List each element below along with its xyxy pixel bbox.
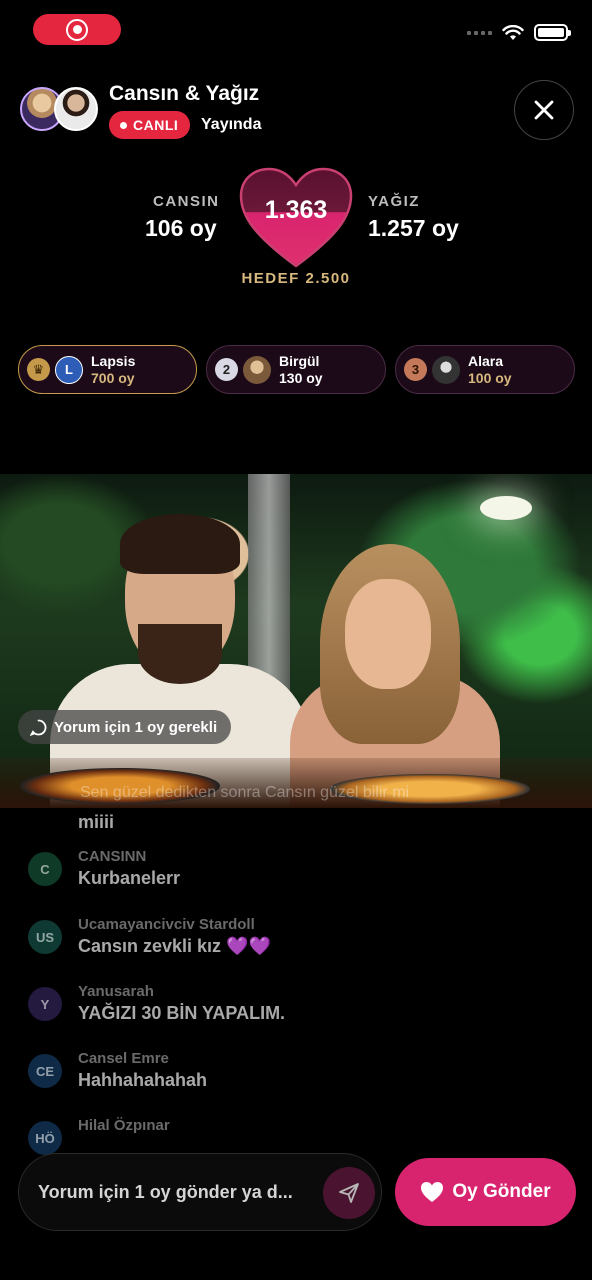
host-avatars[interactable] <box>20 87 100 133</box>
left-contestant-name: CANSIN <box>153 193 220 210</box>
avatar <box>243 355 271 384</box>
crown-icon: ♛ <box>27 358 50 381</box>
comment-text: Kurbanelerr <box>78 868 181 888</box>
live-badge-label: CANLI <box>133 117 179 133</box>
comment-input[interactable]: Yorum için 1 oy gönder ya d... <box>18 1153 382 1231</box>
right-contestant: YAĞIZ 1.257 oy <box>368 193 459 242</box>
left-contestant: CANSIN 106 oy <box>145 193 220 242</box>
avatar: US <box>28 920 62 954</box>
avatar: Y <box>28 987 62 1021</box>
close-button[interactable] <box>514 80 574 140</box>
send-vote-button[interactable]: Oy Gönder <box>395 1158 576 1226</box>
leaderboard-votes: 100 oy <box>468 369 512 386</box>
right-contestant-name: YAĞIZ <box>368 193 420 210</box>
record-icon <box>66 18 88 41</box>
signal-icon <box>467 30 492 35</box>
vote-goal: HEDEF 2.500 <box>241 270 351 287</box>
leaderboard-votes: 130 oy <box>279 369 323 386</box>
avatar: C <box>28 852 62 886</box>
chat-bubble-icon <box>30 719 47 736</box>
send-icon <box>339 1183 359 1203</box>
status-bar-icons <box>467 24 571 41</box>
right-contestant-votes: 1.257 oy <box>368 215 459 241</box>
avatar: CE <box>28 1054 62 1088</box>
screen-recording-indicator[interactable] <box>33 14 121 45</box>
total-votes: 1.363 <box>264 196 328 224</box>
avatar <box>54 87 98 131</box>
stream-title: Cansın & Yağız <box>109 82 260 105</box>
list-item: HÖ Hilal Özpınar <box>28 1117 170 1155</box>
comment-requirement-badge[interactable]: Yorum için 1 oy gerekli <box>18 710 232 744</box>
avatar: HÖ <box>28 1121 62 1155</box>
leaderboard-item-2[interactable]: 2 Birgül 130 oy <box>206 345 386 394</box>
comment-username: Hilal Özpınar <box>78 1117 170 1134</box>
list-item: C CANSINN Kurbanelerr <box>28 848 180 888</box>
partial-comment: miiii <box>78 812 115 832</box>
comment-requirement-text: Yorum için 1 oy gerekli <box>54 718 218 736</box>
rank-badge: 3 <box>404 358 427 381</box>
comment-username: Ucamayancivciv Stardoll <box>78 916 255 933</box>
leaderboard-item-1[interactable]: ♛ L Lapsis 700 oy <box>18 345 197 394</box>
list-item: CE Cansel Emre Hahhahahahah <box>28 1050 207 1090</box>
send-button[interactable] <box>323 1167 375 1219</box>
comment-text: Cansın zevkli kız 💜💜 <box>78 936 271 956</box>
left-contestant-votes: 106 oy <box>145 215 217 241</box>
avatar: L <box>55 355 83 384</box>
leaderboard-name: Lapsis <box>91 353 136 370</box>
overlay-comment: Sen güzel dedikten sonra Cansın güzel bi… <box>80 784 410 801</box>
avatar <box>432 355 460 384</box>
comment-text: YAĞIZI 30 BİN YAPALIM. <box>78 1003 286 1023</box>
video-lamp <box>480 496 532 520</box>
live-dot-icon <box>120 121 127 129</box>
battery-icon <box>534 24 571 41</box>
leaderboard-votes: 700 oy <box>91 369 135 386</box>
comment-input-placeholder: Yorum için 1 oy gönder ya d... <box>38 1181 293 1202</box>
total-score-heart: 1.363 <box>238 166 354 270</box>
comment-text: Hahhahahahah <box>78 1070 208 1090</box>
live-badge: CANLI <box>109 111 191 139</box>
comment-username: CANSINN <box>78 848 147 865</box>
comment-username: Cansel Emre <box>78 1050 169 1067</box>
heart-icon <box>421 1182 444 1202</box>
send-vote-label: Oy Gönder <box>452 1181 551 1202</box>
list-item: US Ucamayancivciv Stardoll Cansın zevkli… <box>28 916 271 956</box>
live-video[interactable]: Yorum için 1 oy gerekli Sen güzel dedikt… <box>0 474 592 808</box>
comment-username: Yanusarah <box>78 983 154 1000</box>
leaderboard-item-3[interactable]: 3 Alara 100 oy <box>395 345 575 394</box>
rank-badge: 2 <box>215 358 238 381</box>
leaderboard-name: Alara <box>468 353 504 370</box>
leaderboard-name: Birgül <box>279 353 320 370</box>
close-icon <box>534 100 554 120</box>
wifi-icon <box>502 24 524 40</box>
list-item: Y Yanusarah YAĞIZI 30 BİN YAPALIM. <box>28 983 285 1023</box>
live-status: Yayında <box>201 116 262 133</box>
